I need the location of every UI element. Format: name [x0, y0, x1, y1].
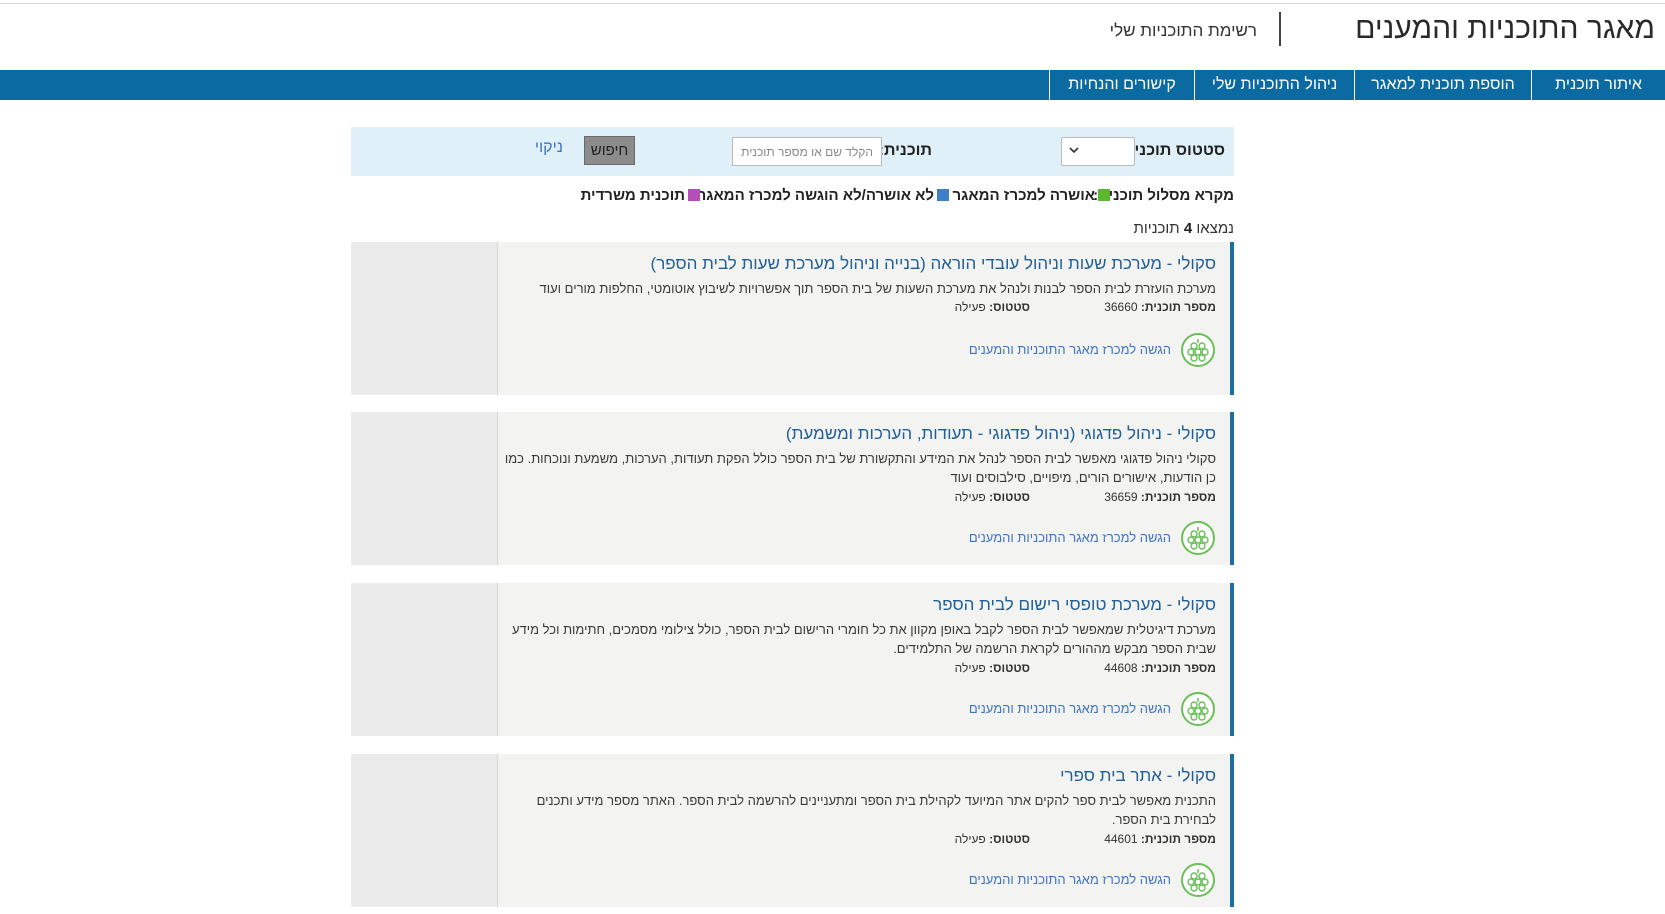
nav-find-program[interactable]: איתור תוכנית [1531, 70, 1665, 100]
grape-icon [1181, 333, 1215, 367]
program-filter-label: תוכנית: [878, 142, 932, 159]
submit-to-tender-link[interactable]: הגשה למכרז מאגר התוכניות והמענים [969, 862, 1216, 898]
card-image-area [351, 242, 498, 395]
program-card: סקולי - אתר בית ספרי התכנית מאפשר לבית ס… [351, 754, 1234, 907]
program-number: מספר תוכנית: 36659 [1104, 490, 1216, 504]
legend-title: מקרא מסלול תוכנית: [1093, 187, 1234, 204]
search-bar: סטטוס תוכנית: תוכנית: חיפוש ניקוי [351, 127, 1234, 176]
program-description: התכנית מאפשר לבית ספר להקים אתר המיועד ל… [536, 793, 1216, 827]
card-image-area [351, 583, 498, 736]
program-number: מספר תוכנית: 44601 [1104, 832, 1216, 846]
program-search-input[interactable] [732, 137, 882, 166]
program-title-link[interactable]: סקולי - מערכת שעות וניהול עובדי הוראה (ב… [651, 254, 1216, 274]
title-separator [1279, 12, 1281, 46]
grape-icon [1181, 692, 1215, 726]
submit-to-tender-label: הגשה למכרז מאגר התוכניות והמענים [968, 701, 1171, 716]
grape-icon [1181, 863, 1215, 897]
legend-item-not-approved: לא אושרה/לא הוגשה למכרז המאגר [698, 187, 949, 204]
submit-to-tender-label: הגשה למכרז מאגר התוכניות והמענים [968, 530, 1171, 545]
legend-item-approved: אושרה למכרז המאגר [953, 187, 1110, 204]
grape-icon [1181, 521, 1215, 555]
submit-to-tender-label: הגשה למכרז מאגר התוכניות והמענים [968, 342, 1171, 357]
nav-links-guidelines[interactable]: קישורים והנחיות [1049, 70, 1194, 100]
nav-manage-my-programs[interactable]: ניהול התוכניות שלי [1194, 70, 1354, 100]
program-status: סטטוס: פעילה [954, 832, 1030, 846]
submit-to-tender-label: הגשה למכרז מאגר התוכניות והמענים [968, 872, 1171, 887]
ministry-swatch [688, 189, 700, 201]
card-image-area [351, 412, 498, 565]
submit-to-tender-link[interactable]: הגשה למכרז מאגר התוכניות והמענים [969, 332, 1216, 368]
approved-swatch [1098, 189, 1110, 201]
program-card: סקולי - ניהול פדגוגי (ניהול פדגוגי - תעו… [351, 412, 1234, 565]
program-card: סקולי - מערכת טופסי רישום לבית הספר מערכ… [351, 583, 1234, 736]
page-subtitle: רשימת התוכניות שלי [1109, 21, 1257, 40]
search-button[interactable]: חיפוש [584, 136, 635, 165]
card-image-area [351, 754, 498, 907]
chevron-down-icon [1068, 144, 1080, 159]
top-divider [0, 3, 1665, 4]
program-number: מספר תוכנית: 44608 [1104, 661, 1216, 675]
program-number: מספר תוכנית: 36660 [1104, 300, 1216, 314]
site-title: מאגר התוכניות והמענים [1355, 12, 1655, 45]
clear-link[interactable]: ניקוי [535, 139, 563, 157]
page-header: מאגר התוכניות והמענים רשימת התוכניות שלי [0, 6, 1665, 62]
program-status: סטטוס: פעילה [954, 661, 1030, 675]
program-card: סקולי - מערכת שעות וניהול עובדי הוראה (ב… [351, 242, 1234, 395]
legend-item-ministry: תוכנית משרדית [581, 187, 700, 204]
program-title-link[interactable]: סקולי - אתר בית ספרי [1060, 766, 1216, 786]
not-approved-swatch [937, 189, 949, 201]
nav-add-program[interactable]: הוספת תוכנית למאגר [1354, 70, 1531, 100]
program-status: סטטוס: פעילה [954, 490, 1030, 504]
program-description: מערכת הועזרת לבית הספר לבנות ולנהל את מע… [539, 281, 1217, 296]
submit-to-tender-link[interactable]: הגשה למכרז מאגר התוכניות והמענים [969, 691, 1216, 727]
program-status: סטטוס: פעילה [954, 300, 1030, 314]
program-description: סקולי ניהול פדגוגי מאפשר לבית הספר לנהל … [504, 451, 1216, 485]
status-select[interactable] [1061, 137, 1135, 166]
program-description: מערכת דיגיטלית שמאפשר לבית הספר לקבל באו… [511, 622, 1216, 656]
program-title-link[interactable]: סקולי - מערכת טופסי רישום לבית הספר [933, 595, 1216, 615]
program-title-link[interactable]: סקולי - ניהול פדגוגי (ניהול פדגוגי - תעו… [786, 424, 1216, 444]
results-count: נמצאו 4 תוכניות [1133, 220, 1234, 237]
main-nav: איתור תוכנית הוספת תוכנית למאגר ניהול הת… [0, 70, 1665, 100]
submit-to-tender-link[interactable]: הגשה למכרז מאגר התוכניות והמענים [969, 520, 1216, 556]
